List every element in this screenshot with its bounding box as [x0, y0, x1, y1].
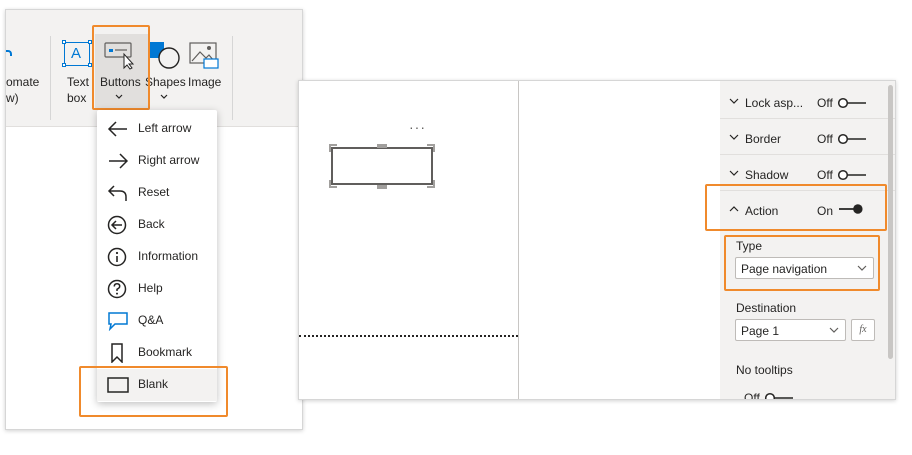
- qna-icon: [108, 312, 128, 331]
- buttons-highlight: [92, 25, 150, 110]
- menu-item-label: Back: [138, 217, 165, 231]
- conditional-format-fx-button[interactable]: fx: [851, 319, 875, 341]
- chevron-down-icon: [160, 94, 168, 99]
- menu-item-label: Right arrow: [138, 153, 200, 167]
- left-arrow-icon: [107, 121, 127, 137]
- bookmark-icon: [111, 343, 123, 363]
- power-automate-icon: [6, 50, 12, 56]
- menu-item-help[interactable]: Help: [97, 273, 217, 305]
- menu-item-left-arrow[interactable]: Left arrow: [97, 113, 217, 145]
- section-lock-aspect[interactable]: Lock asp... Off: [720, 83, 895, 119]
- destination-label: Destination: [736, 301, 797, 315]
- resize-handle[interactable]: [427, 144, 435, 152]
- resize-handle[interactable]: [427, 180, 435, 188]
- toggle-value: Off: [817, 132, 833, 146]
- blank-button-visual[interactable]: [331, 147, 433, 185]
- menu-item-label: Bookmark: [138, 345, 193, 359]
- tooltips-toggle[interactable]: [764, 392, 794, 400]
- menu-item-label: Reset: [138, 185, 170, 199]
- text-box-icon[interactable]: A: [62, 40, 92, 68]
- destination-dropdown[interactable]: Page 1: [735, 319, 846, 341]
- chevron-down-icon: [729, 98, 739, 104]
- reset-icon: [107, 185, 127, 201]
- more-options-icon[interactable]: ···: [409, 119, 426, 135]
- shapes-label: Shapes: [145, 75, 186, 89]
- menu-item-reset[interactable]: Reset: [97, 177, 217, 209]
- resize-handle[interactable]: [377, 185, 387, 189]
- text-box-glyph: A: [71, 45, 82, 62]
- ribbon-divider: [50, 36, 51, 120]
- right-arrow-icon: [109, 153, 129, 169]
- section-border[interactable]: Border Off: [720, 119, 895, 155]
- image-label: Image: [188, 75, 222, 89]
- toggle-value: Off: [817, 96, 833, 110]
- menu-item-label: Information: [138, 249, 199, 263]
- menu-item-right-arrow[interactable]: Right arrow: [97, 145, 217, 177]
- menu-item-bookmark[interactable]: Bookmark: [97, 337, 217, 369]
- menu-item-label: Q&A: [138, 313, 164, 327]
- section-label: Border: [745, 132, 782, 146]
- shadow-toggle[interactable]: [837, 169, 867, 181]
- menu-item-label: Left arrow: [138, 121, 192, 135]
- chevron-down-icon: [729, 170, 739, 176]
- page-boundary-line: [299, 335, 518, 337]
- action-highlight: [705, 184, 887, 231]
- border-toggle[interactable]: [837, 133, 867, 145]
- resize-handle[interactable]: [329, 180, 337, 188]
- buttons-dropdown-menu: Left arrow Right arrow Reset Back Inform…: [97, 110, 217, 402]
- menu-item-qna[interactable]: Q&A: [97, 305, 217, 337]
- menu-item-back[interactable]: Back: [97, 209, 217, 241]
- power-automate-label[interactable]: omate: [6, 74, 39, 90]
- type-highlight: [724, 235, 880, 291]
- resize-handle[interactable]: [329, 144, 337, 152]
- resize-handle[interactable]: [377, 144, 387, 148]
- tooltips-toggle-value: Off: [744, 391, 760, 400]
- destination-value: Page 1: [741, 324, 780, 338]
- text-box-label-line2: box: [67, 91, 87, 105]
- help-icon: [107, 279, 127, 299]
- menu-item-label: Help: [138, 281, 163, 295]
- format-pane-scrollbar[interactable]: [888, 85, 893, 359]
- chevron-down-icon: [829, 327, 839, 333]
- blank-highlight: [79, 366, 228, 417]
- section-label: Shadow: [745, 168, 789, 182]
- toggle-value: Off: [817, 168, 833, 182]
- power-automate-label-line2: w): [6, 91, 19, 105]
- chevron-down-icon: [729, 134, 739, 140]
- section-label: Lock asp...: [745, 96, 804, 110]
- image-icon[interactable]: [189, 42, 221, 70]
- menu-item-information[interactable]: Information: [97, 241, 217, 273]
- shapes-icon[interactable]: [149, 40, 183, 70]
- back-circle-icon: [107, 215, 127, 235]
- canvas-gutter: [519, 81, 720, 399]
- text-box-label[interactable]: Text: [67, 74, 89, 90]
- tooltips-label: No tooltips: [736, 363, 793, 377]
- lock-aspect-toggle[interactable]: [837, 97, 867, 109]
- ribbon-divider: [232, 36, 233, 120]
- information-icon: [107, 247, 127, 267]
